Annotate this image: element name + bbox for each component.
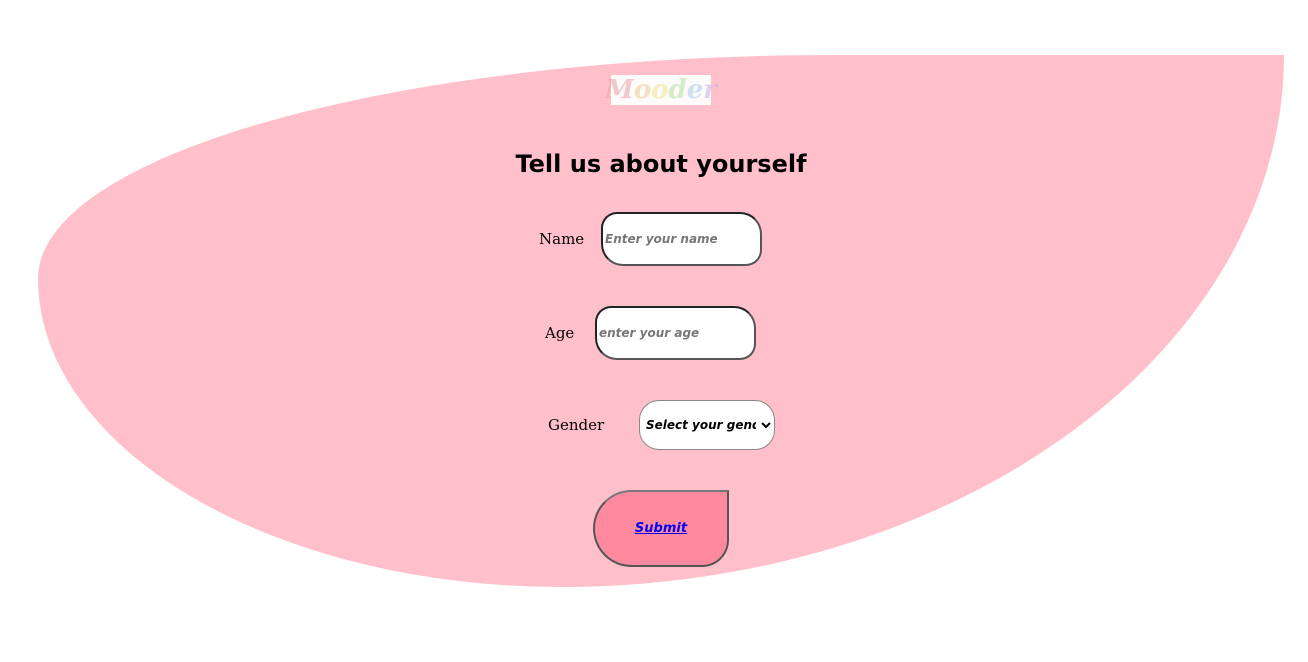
logo-letter: r (703, 75, 717, 105)
logo-letter: e (686, 75, 704, 105)
gender-select[interactable]: Select your gender (639, 400, 775, 450)
gender-label: Gender (548, 416, 605, 434)
submit-link[interactable]: Submit (635, 521, 687, 536)
age-input[interactable] (595, 306, 756, 360)
logo-letter: M (605, 75, 634, 105)
name-input[interactable] (601, 212, 762, 266)
submit-button[interactable]: Submit (593, 490, 729, 567)
age-label: Age (545, 324, 575, 342)
page: Mooder Tell us about yourself Name Age G… (0, 0, 1308, 662)
page-title: Tell us about yourself (515, 150, 807, 178)
mooder-logo: Mooder (605, 75, 717, 105)
logo-letter: o (633, 75, 652, 105)
name-label: Name (539, 230, 585, 248)
logo-letter: o (651, 75, 669, 105)
logo-letter: d (668, 75, 687, 105)
